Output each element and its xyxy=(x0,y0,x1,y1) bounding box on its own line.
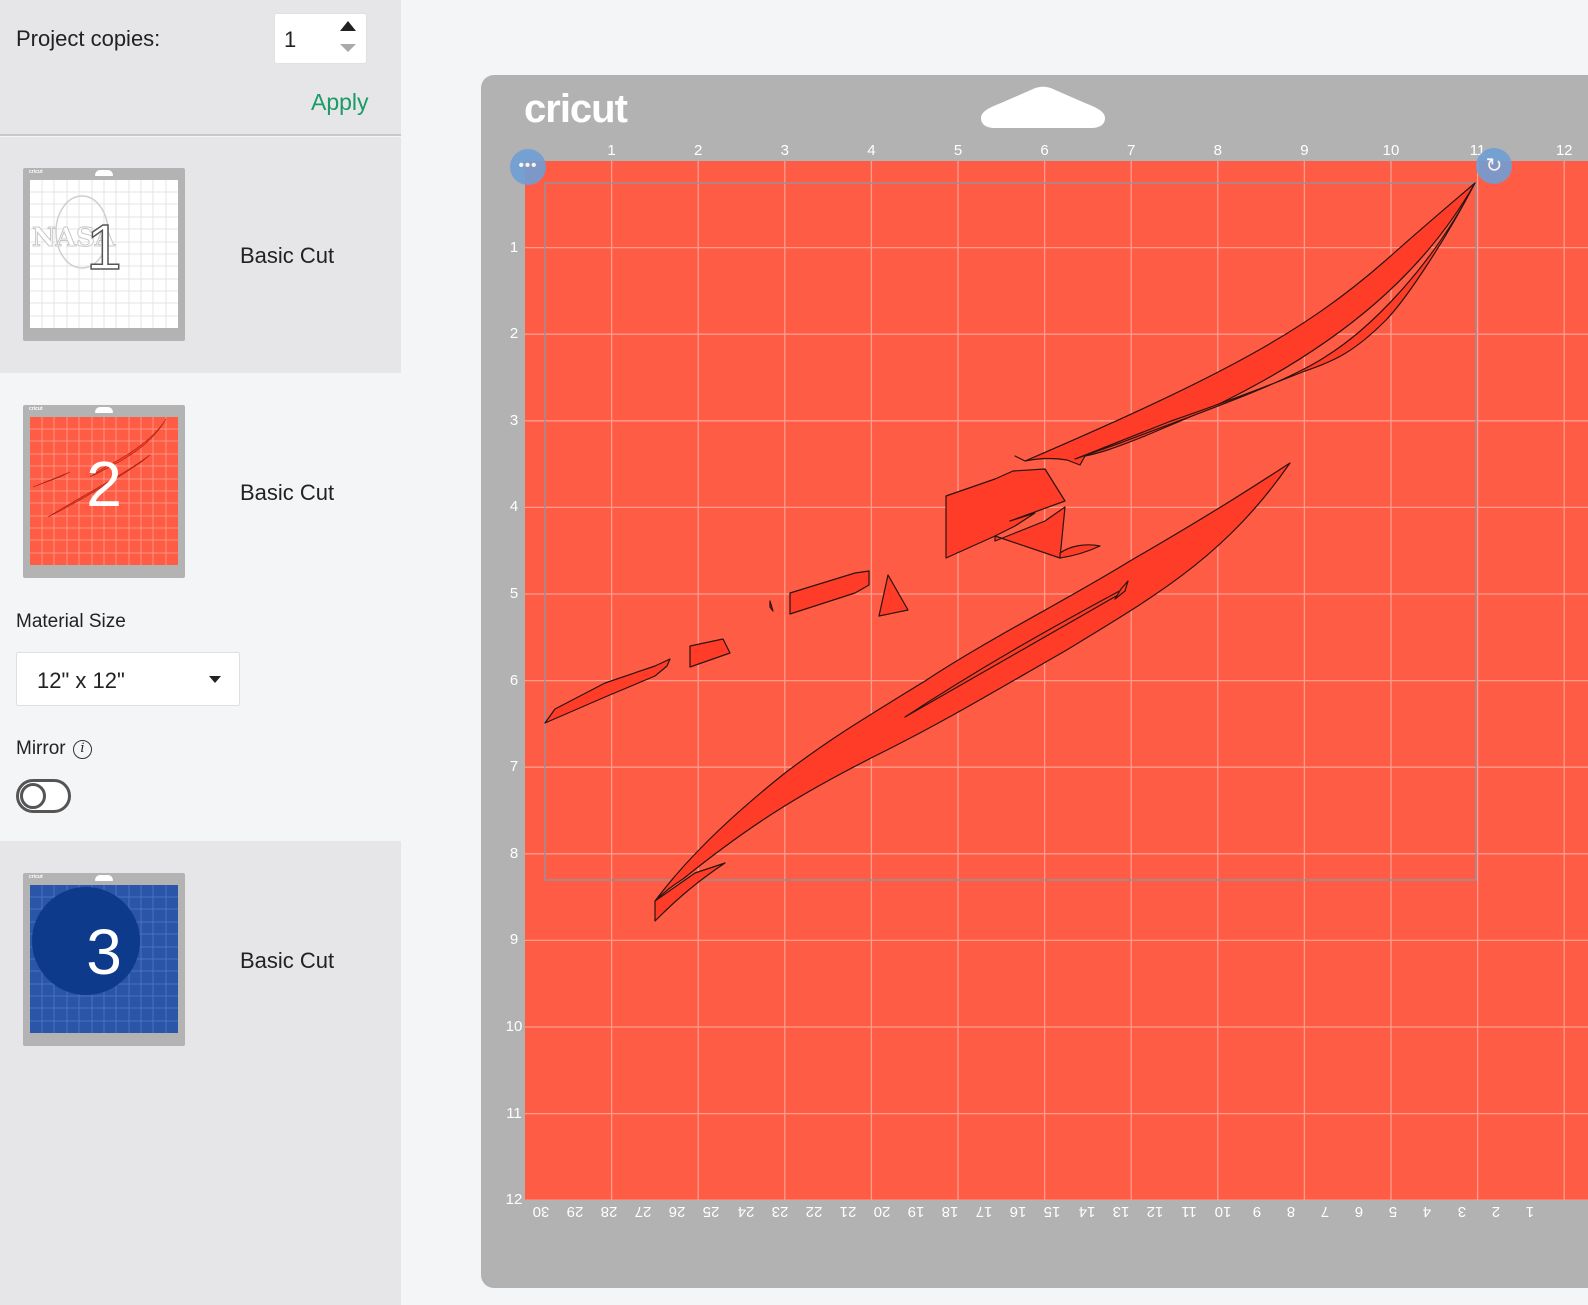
ruler-bottom-label: 21 xyxy=(839,1203,857,1220)
ruler-top-label: 8 xyxy=(1213,142,1222,159)
ruler-bottom-label: 15 xyxy=(1044,1203,1061,1220)
ruler-top-label: 10 xyxy=(1382,142,1400,159)
ruler-top-label: 9 xyxy=(1300,142,1309,159)
increment-arrow-icon[interactable] xyxy=(340,21,356,31)
mat-number-3: 3 xyxy=(86,916,122,988)
mat-card-2[interactable]: cricut 2 Basic Cut Material Size 12" x 1… xyxy=(0,373,401,841)
swoosh-fragment xyxy=(769,600,774,612)
more-dots-icon: ••• xyxy=(518,157,538,174)
ruler-top-label: 5 xyxy=(953,142,963,159)
ruler-bottom-label: 14 xyxy=(1078,1203,1095,1220)
mat-card-1[interactable]: NASA cricut 1 Basic Cut xyxy=(0,137,401,373)
apply-button[interactable]: Apply xyxy=(311,89,369,116)
ruler-top-label: 12 xyxy=(1555,142,1573,159)
ruler-bottom-label: 2 xyxy=(1491,1203,1500,1220)
ruler-top-label: 1 xyxy=(607,142,616,159)
swoosh-fragment xyxy=(789,570,870,615)
project-copies-stepper[interactable]: 1 xyxy=(274,13,367,64)
decrement-arrow-icon[interactable] xyxy=(340,44,356,52)
rotate-icon: ↻ xyxy=(1485,155,1503,177)
toggle-knob xyxy=(20,783,46,809)
mat-cut-type-2: Basic Cut xyxy=(240,480,335,505)
info-icon[interactable]: i xyxy=(73,740,92,759)
ruler-top-label: 3 xyxy=(780,142,789,159)
cricut-logo: cricut xyxy=(524,87,628,131)
swoosh-fragment xyxy=(878,574,909,617)
ruler-bottom-label: 10 xyxy=(1214,1203,1232,1220)
ruler-bottom-label: 22 xyxy=(805,1203,823,1220)
ruler-bottom-label: 17 xyxy=(975,1203,993,1220)
mat-number-1: 1 xyxy=(85,210,122,284)
material-size-select[interactable]: 12" x 12" xyxy=(16,652,240,706)
ruler-top-label: 6 xyxy=(1040,142,1049,159)
mirror-toggle[interactable] xyxy=(16,779,71,813)
swoosh-fragment xyxy=(544,658,671,724)
ruler-bottom-label: 4 xyxy=(1423,1203,1432,1220)
mat-number-2: 2 xyxy=(86,448,122,520)
mirror-label: Mirror xyxy=(16,738,66,759)
swoosh-lower-shape xyxy=(904,587,1126,718)
material-size-value[interactable]: 12" x 12" xyxy=(37,668,125,694)
ruler-bottom-label: 19 xyxy=(907,1203,925,1220)
mat-card-3[interactable]: cricut 3 Basic Cut xyxy=(0,841,401,1305)
mat-thumbnail-1[interactable]: NASA cricut 1 xyxy=(23,168,185,341)
ruler-bottom-label: 23 xyxy=(771,1203,788,1220)
swoosh-fragment xyxy=(689,638,731,668)
ruler-bottom-label: 5 xyxy=(1389,1203,1398,1220)
ruler-bottom-label: 27 xyxy=(634,1203,652,1220)
ruler-bottom-label: 8 xyxy=(1286,1203,1296,1220)
chevron-down-icon[interactable] xyxy=(209,676,221,683)
ruler-bottom-label: 13 xyxy=(1112,1203,1129,1220)
ruler-bottom-label: 24 xyxy=(737,1203,754,1220)
rotate-button[interactable]: ↻ xyxy=(1476,148,1512,184)
more-options-button[interactable]: ••• xyxy=(510,149,546,185)
ruler-top-label: 7 xyxy=(1127,142,1136,159)
swoosh-upper-shape xyxy=(1014,182,1476,466)
ruler-bottom-label: 6 xyxy=(1355,1203,1364,1220)
mat-cut-type-1: Basic Cut xyxy=(240,243,335,268)
ruler-bottom-label: 9 xyxy=(1252,1203,1262,1220)
project-copies-section: Project copies: 1 Apply xyxy=(0,0,401,136)
ruler-bottom-label: 12 xyxy=(1146,1203,1164,1220)
mat-sidebar: Project copies: 1 Apply NASA cricut 1 Ba… xyxy=(0,0,401,1305)
mat-thumbnail-2[interactable]: cricut 2 xyxy=(23,405,185,578)
ruler-top-label: 4 xyxy=(867,142,876,159)
material-size-label: Material Size xyxy=(16,611,126,632)
ruler-bottom-label: 18 xyxy=(941,1203,959,1220)
mat-canvas xyxy=(525,161,1588,1200)
ruler-bottom-label: 3 xyxy=(1457,1203,1466,1220)
ruler-bottom-label: 29 xyxy=(566,1203,584,1220)
ruler-bottom-label: 26 xyxy=(669,1203,686,1220)
ruler-bottom-label: 20 xyxy=(873,1203,891,1220)
ruler-bottom-label: 7 xyxy=(1321,1203,1330,1220)
ruler-bottom-label: 30 xyxy=(532,1203,550,1220)
selection-box xyxy=(544,182,1477,881)
cutting-mat: cricut 1 2 3 4 5 6 7 8 9 10 11 12 1 2 3 4 5 6 7 8 9 10 11 12 3… xyxy=(481,75,1588,1288)
ruler-bottom-label: 28 xyxy=(600,1203,618,1220)
mat-load-tab xyxy=(981,86,1105,128)
ruler-bottom-label: 1 xyxy=(1525,1203,1534,1220)
project-copies-label: Project copies: xyxy=(16,26,161,51)
ruler-top-label: 2 xyxy=(694,142,703,159)
project-copies-value[interactable]: 1 xyxy=(284,27,296,53)
swoosh-counter xyxy=(1059,544,1101,559)
mat-thumbnail-3[interactable]: cricut 3 xyxy=(23,873,185,1046)
mat-cut-type-3: Basic Cut xyxy=(240,948,335,973)
ruler-bottom-label: 25 xyxy=(703,1203,720,1220)
ruler-bottom-label: 16 xyxy=(1009,1203,1027,1220)
ruler-bottom-label: 11 xyxy=(1181,1203,1197,1220)
